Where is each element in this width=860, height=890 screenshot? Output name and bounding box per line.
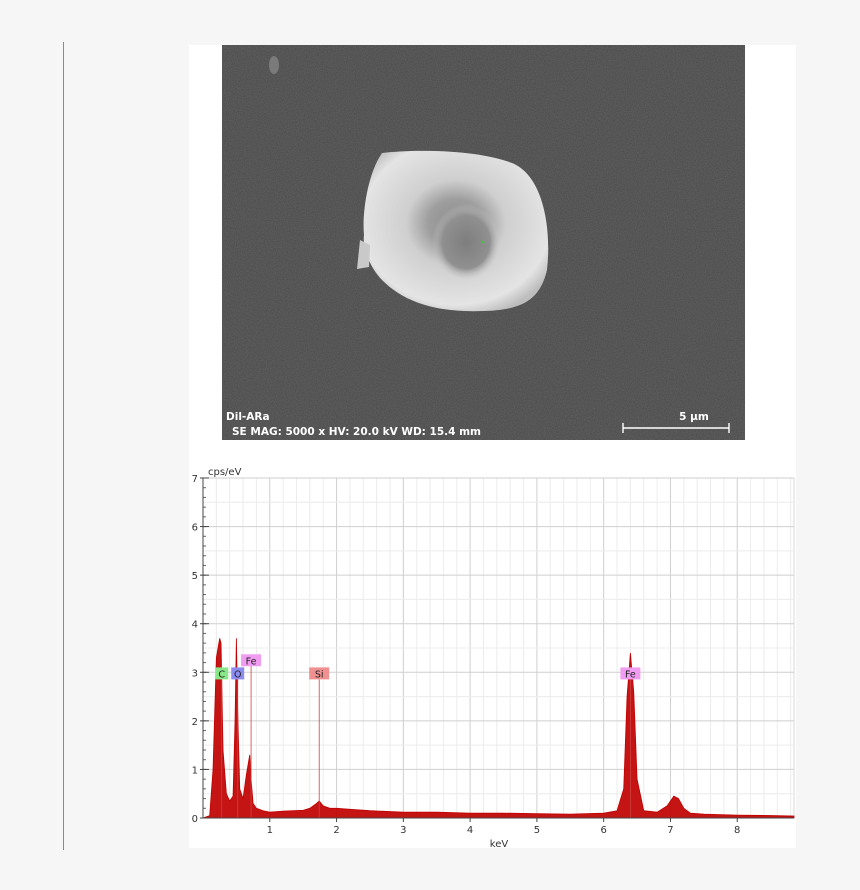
dust-speck [269, 56, 279, 74]
eds-spectrum-chart: 0 1 2 3 4 5 6 7 1 2 3 4 5 6 7 8 C O Fe Si Fe cps/eV keV [192, 467, 795, 850]
y-tick-label: 1 [192, 765, 198, 776]
x-tick-label: 4 [467, 825, 473, 836]
y-tick-label: 7 [192, 474, 198, 485]
peak-label: C [218, 669, 225, 680]
x-tick-label: 6 [600, 825, 606, 836]
sem-micrograph: Dil-ARa SE MAG: 5000 x HV: 20.0 kV WD: 1… [222, 45, 745, 440]
y-tick-label: 6 [192, 523, 198, 534]
peak-label: Fe [246, 656, 257, 667]
y-tick-label: 0 [192, 814, 198, 825]
scale-bar-label: 5 µm [679, 411, 709, 423]
x-tick-label: 7 [667, 825, 673, 836]
peak-label: O [234, 669, 241, 680]
sample-name: Dil-ARa [226, 411, 270, 423]
x-tick-label: 1 [267, 825, 273, 836]
analysis-point-marker [481, 240, 485, 244]
x-tick-label: 5 [534, 825, 540, 836]
peak-label: Fe [625, 669, 636, 680]
y-tick-label: 2 [192, 717, 198, 728]
x-tick-label: 3 [400, 825, 406, 836]
x-tick-label: 2 [333, 825, 339, 836]
y-tick-label: 5 [192, 571, 198, 582]
page-divider [63, 42, 64, 850]
y-tick-label: 3 [192, 668, 198, 679]
acquisition-parameters: SE MAG: 5000 x HV: 20.0 kV WD: 15.4 mm [232, 426, 481, 438]
y-axis-label: cps/eV [208, 467, 242, 478]
peak-label: Si [315, 669, 324, 680]
sem-image-graphic [222, 45, 745, 440]
x-tick-label: 8 [734, 825, 740, 836]
y-tick-label: 4 [192, 620, 198, 631]
particle-cavity [432, 204, 500, 280]
x-axis-label: keV [490, 839, 509, 850]
